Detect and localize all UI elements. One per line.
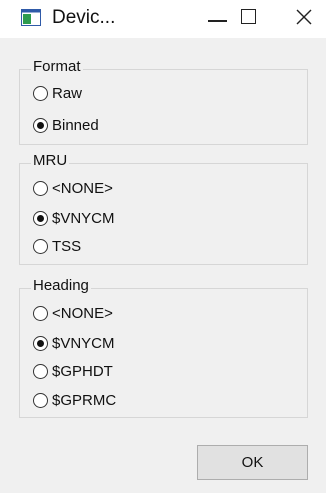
- radio-label: <NONE>: [52, 304, 113, 322]
- device-dialog: Devic... Format Raw Binned MRU <NONE> $V…: [0, 0, 326, 493]
- radio-checked-icon: [33, 117, 48, 133]
- radio-checked-icon: [33, 335, 48, 351]
- heading-group: Heading <NONE> $VNYCM $GPHDT $GPRMC: [19, 277, 308, 418]
- radio-label: TSS: [52, 237, 82, 255]
- radio-label: Binned: [52, 116, 99, 134]
- close-icon: [296, 9, 312, 25]
- heading-gprmc-radio[interactable]: $GPRMC: [33, 390, 116, 410]
- app-window-icon: [21, 9, 41, 26]
- format-binned-radio[interactable]: Binned: [33, 115, 99, 135]
- radio-label: $GPRMC: [52, 391, 117, 409]
- mru-vnycm-radio[interactable]: $VNYCM: [33, 208, 115, 228]
- radio-unchecked-icon: [33, 180, 48, 196]
- mru-legend: MRU: [31, 152, 70, 170]
- radio-unchecked-icon: [33, 238, 48, 254]
- format-legend: Format: [31, 58, 83, 76]
- mru-group: MRU <NONE> $VNYCM TSS: [19, 152, 308, 265]
- radio-checked-icon: [33, 210, 48, 226]
- heading-vnycm-radio[interactable]: $VNYCM: [33, 333, 115, 353]
- heading-legend: Heading: [31, 277, 91, 295]
- close-button[interactable]: [280, 0, 326, 38]
- minimize-button[interactable]: [190, 0, 236, 38]
- radio-label: $VNYCM: [52, 209, 115, 227]
- radio-label: <NONE>: [52, 179, 113, 197]
- heading-none-radio[interactable]: <NONE>: [33, 303, 113, 323]
- radio-label: $GPHDT: [52, 362, 113, 380]
- heading-gphdt-radio[interactable]: $GPHDT: [33, 361, 113, 381]
- radio-unchecked-icon: [33, 363, 48, 379]
- window-title: Devic...: [52, 7, 116, 28]
- radio-unchecked-icon: [33, 85, 48, 101]
- radio-label: Raw: [52, 84, 83, 102]
- title-bar[interactable]: Devic...: [0, 0, 326, 38]
- maximize-button[interactable]: [235, 0, 281, 38]
- radio-label: $VNYCM: [52, 334, 115, 352]
- mru-tss-radio[interactable]: TSS: [33, 236, 81, 256]
- maximize-icon: [241, 9, 256, 24]
- radio-unchecked-icon: [33, 392, 48, 408]
- ok-button[interactable]: OK: [197, 445, 308, 480]
- minimize-icon: [208, 20, 227, 22]
- format-group: Format Raw Binned: [19, 58, 308, 145]
- radio-unchecked-icon: [33, 305, 48, 321]
- format-raw-radio[interactable]: Raw: [33, 83, 82, 103]
- mru-none-radio[interactable]: <NONE>: [33, 178, 113, 198]
